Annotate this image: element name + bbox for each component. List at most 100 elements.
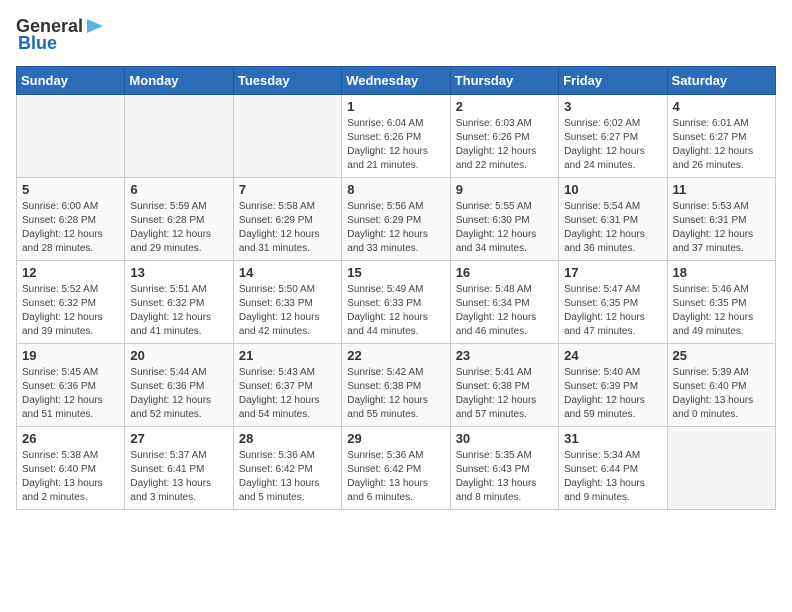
day-info: Sunrise: 6:00 AM Sunset: 6:28 PM Dayligh… [22, 200, 119, 256]
calendar-header-wednesday: Wednesday [342, 67, 450, 95]
day-number: 7 [239, 182, 336, 197]
day-number: 9 [456, 182, 553, 197]
calendar-header-tuesday: Tuesday [233, 67, 341, 95]
calendar-day-7: 7 Sunrise: 5:58 AM Sunset: 6:29 PM Daylig… [233, 178, 341, 261]
day-number: 28 [239, 431, 336, 446]
day-number: 6 [130, 182, 227, 197]
day-info: Sunrise: 5:52 AM Sunset: 6:32 PM Dayligh… [22, 283, 119, 339]
day-info: Sunrise: 5:36 AM Sunset: 6:42 PM Dayligh… [347, 449, 444, 505]
calendar-day-11: 11 Sunrise: 5:53 AM Sunset: 6:31 PM Dayli… [667, 178, 775, 261]
calendar-day-26: 26 Sunrise: 5:38 AM Sunset: 6:40 PM Dayli… [17, 427, 125, 510]
calendar-day-3: 3Sunrise: 6:02 AM Sunset: 6:27 PM Daylig… [559, 95, 667, 178]
day-info: Sunrise: 5:41 AM Sunset: 6:38 PM Dayligh… [456, 366, 553, 422]
day-info: Sunrise: 5:34 AM Sunset: 6:44 PM Dayligh… [564, 449, 661, 505]
day-number: 17 [564, 265, 661, 280]
calendar-day-16: 16Sunrise: 5:48 AM Sunset: 6:34 PM Dayli… [450, 261, 558, 344]
calendar-header-monday: Monday [125, 67, 233, 95]
day-number: 14 [239, 265, 336, 280]
day-info: Sunrise: 5:59 AM Sunset: 6:28 PM Dayligh… [130, 200, 227, 256]
day-number: 26 [22, 431, 119, 446]
day-number: 13 [130, 265, 227, 280]
day-info: Sunrise: 5:40 AM Sunset: 6:39 PM Dayligh… [564, 366, 661, 422]
day-info: Sunrise: 5:37 AM Sunset: 6:41 PM Dayligh… [130, 449, 227, 505]
day-info: Sunrise: 5:51 AM Sunset: 6:32 PM Dayligh… [130, 283, 227, 339]
calendar-day-12: 12 Sunrise: 5:52 AM Sunset: 6:32 PM Dayli… [17, 261, 125, 344]
logo: General Blue [16, 16, 107, 54]
day-info: Sunrise: 5:44 AM Sunset: 6:36 PM Dayligh… [130, 366, 227, 422]
day-info: Sunrise: 5:46 AM Sunset: 6:35 PM Dayligh… [673, 283, 770, 339]
calendar-header-row: SundayMondayTuesdayWednesdayThursdayFrid… [17, 67, 776, 95]
calendar-day-13: 13 Sunrise: 5:51 AM Sunset: 6:32 PM Dayli… [125, 261, 233, 344]
day-info: Sunrise: 5:55 AM Sunset: 6:30 PM Dayligh… [456, 200, 553, 256]
calendar-day-5: 5Sunrise: 6:00 AM Sunset: 6:28 PM Daylig… [17, 178, 125, 261]
day-number: 31 [564, 431, 661, 446]
day-info: Sunrise: 5:48 AM Sunset: 6:34 PM Dayligh… [456, 283, 553, 339]
calendar-day-23: 23Sunrise: 5:41 AM Sunset: 6:38 PM Dayli… [450, 344, 558, 427]
calendar-day-18: 18 Sunrise: 5:46 AM Sunset: 6:35 PM Dayli… [667, 261, 775, 344]
logo-blue: Blue [18, 33, 57, 54]
calendar-day-19: 19Sunrise: 5:45 AM Sunset: 6:36 PM Dayli… [17, 344, 125, 427]
day-info: Sunrise: 5:54 AM Sunset: 6:31 PM Dayligh… [564, 200, 661, 256]
day-info: Sunrise: 5:53 AM Sunset: 6:31 PM Dayligh… [673, 200, 770, 256]
calendar-empty [125, 95, 233, 178]
day-info: Sunrise: 6:03 AM Sunset: 6:26 PM Dayligh… [456, 117, 553, 173]
day-number: 4 [673, 99, 770, 114]
calendar-table: SundayMondayTuesdayWednesdayThursdayFrid… [16, 66, 776, 510]
day-number: 1 [347, 99, 444, 114]
day-info: Sunrise: 5:56 AM Sunset: 6:29 PM Dayligh… [347, 200, 444, 256]
day-info: Sunrise: 5:36 AM Sunset: 6:42 PM Dayligh… [239, 449, 336, 505]
calendar-day-4: 4Sunrise: 6:01 AM Sunset: 6:27 PM Daylig… [667, 95, 775, 178]
day-number: 29 [347, 431, 444, 446]
calendar-day-30: 30 Sunrise: 5:35 AM Sunset: 6:43 PM Dayli… [450, 427, 558, 510]
day-number: 19 [22, 348, 119, 363]
calendar-week-1: 1 Sunrise: 6:04 AM Sunset: 6:26 PM Daylig… [17, 95, 776, 178]
calendar-empty [17, 95, 125, 178]
calendar-day-8: 8 Sunrise: 5:56 AM Sunset: 6:29 PM Daylig… [342, 178, 450, 261]
calendar-day-9: 9 Sunrise: 5:55 AM Sunset: 6:30 PM Daylig… [450, 178, 558, 261]
day-info: Sunrise: 5:50 AM Sunset: 6:33 PM Dayligh… [239, 283, 336, 339]
calendar-day-28: 28 Sunrise: 5:36 AM Sunset: 6:42 PM Dayli… [233, 427, 341, 510]
calendar-day-6: 6 Sunrise: 5:59 AM Sunset: 6:28 PM Daylig… [125, 178, 233, 261]
day-info: Sunrise: 5:47 AM Sunset: 6:35 PM Dayligh… [564, 283, 661, 339]
day-info: Sunrise: 5:49 AM Sunset: 6:33 PM Dayligh… [347, 283, 444, 339]
day-number: 21 [239, 348, 336, 363]
day-number: 30 [456, 431, 553, 446]
calendar-day-24: 24 Sunrise: 5:40 AM Sunset: 6:39 PM Dayli… [559, 344, 667, 427]
day-number: 10 [564, 182, 661, 197]
day-number: 25 [673, 348, 770, 363]
calendar-day-17: 17 Sunrise: 5:47 AM Sunset: 6:35 PM Dayli… [559, 261, 667, 344]
page-header: General Blue [16, 16, 776, 54]
day-info: Sunrise: 6:04 AM Sunset: 6:26 PM Dayligh… [347, 117, 444, 173]
day-info: Sunrise: 5:42 AM Sunset: 6:38 PM Dayligh… [347, 366, 444, 422]
day-number: 8 [347, 182, 444, 197]
calendar-empty [233, 95, 341, 178]
calendar-day-14: 14 Sunrise: 5:50 AM Sunset: 6:33 PM Dayli… [233, 261, 341, 344]
calendar-day-27: 27 Sunrise: 5:37 AM Sunset: 6:41 PM Dayli… [125, 427, 233, 510]
calendar-day-15: 15 Sunrise: 5:49 AM Sunset: 6:33 PM Dayli… [342, 261, 450, 344]
calendar-day-10: 10 Sunrise: 5:54 AM Sunset: 6:31 PM Dayli… [559, 178, 667, 261]
day-number: 18 [673, 265, 770, 280]
day-number: 11 [673, 182, 770, 197]
calendar-day-22: 22 Sunrise: 5:42 AM Sunset: 6:38 PM Dayli… [342, 344, 450, 427]
day-number: 15 [347, 265, 444, 280]
calendar-header-sunday: Sunday [17, 67, 125, 95]
day-info: Sunrise: 5:58 AM Sunset: 6:29 PM Dayligh… [239, 200, 336, 256]
day-number: 27 [130, 431, 227, 446]
calendar-header-thursday: Thursday [450, 67, 558, 95]
day-info: Sunrise: 5:38 AM Sunset: 6:40 PM Dayligh… [22, 449, 119, 505]
calendar-week-3: 12 Sunrise: 5:52 AM Sunset: 6:32 PM Dayli… [17, 261, 776, 344]
calendar-header-friday: Friday [559, 67, 667, 95]
calendar-day-20: 20 Sunrise: 5:44 AM Sunset: 6:36 PM Dayli… [125, 344, 233, 427]
day-number: 3 [564, 99, 661, 114]
calendar-day-2: 2 Sunrise: 6:03 AM Sunset: 6:26 PM Daylig… [450, 95, 558, 178]
day-number: 20 [130, 348, 227, 363]
day-number: 2 [456, 99, 553, 114]
day-number: 24 [564, 348, 661, 363]
logo-arrow-icon [85, 15, 107, 37]
day-number: 12 [22, 265, 119, 280]
calendar-header-saturday: Saturday [667, 67, 775, 95]
calendar-week-4: 19Sunrise: 5:45 AM Sunset: 6:36 PM Dayli… [17, 344, 776, 427]
day-number: 22 [347, 348, 444, 363]
day-info: Sunrise: 5:35 AM Sunset: 6:43 PM Dayligh… [456, 449, 553, 505]
calendar-week-5: 26 Sunrise: 5:38 AM Sunset: 6:40 PM Dayli… [17, 427, 776, 510]
